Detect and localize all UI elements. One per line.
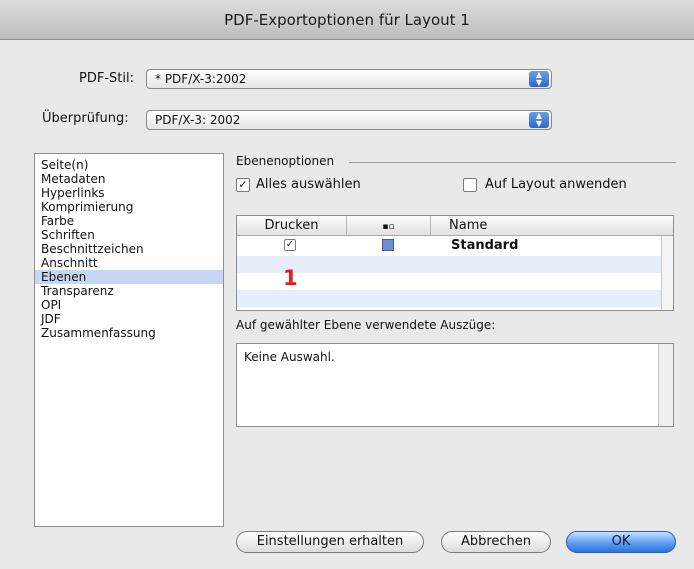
layer-color-swatch	[382, 239, 394, 251]
check-value: PDF/X-3: 2002	[155, 113, 241, 127]
sidebar-item-opi[interactable]: OPI	[35, 298, 223, 312]
apply-layout-checkbox[interactable]	[463, 178, 477, 192]
popup-arrows-icon: ▲ ▼	[529, 71, 549, 87]
group-divider	[349, 162, 676, 163]
sidebar-item-beschnittzeichen[interactable]: Beschnittzeichen	[35, 242, 223, 256]
sidebar-item-transparenz[interactable]: Transparenz	[35, 284, 223, 298]
sidebar-item-metadaten[interactable]: Metadaten	[35, 172, 223, 186]
sidebar-item-farbe[interactable]: Farbe	[35, 214, 223, 228]
textarea-scrollbar[interactable]	[658, 344, 673, 426]
sidebar-item-anschnitt[interactable]: Anschnitt	[35, 256, 223, 270]
layer-options-title: Ebenenoptionen	[236, 154, 335, 168]
layer-color-icon: ▪▫	[382, 222, 395, 232]
pdf-style-label: PDF-Stil:	[79, 71, 134, 86]
sidebar-item-jdf[interactable]: JDF	[35, 312, 223, 326]
table-row[interactable]	[237, 273, 673, 290]
table-row[interactable]	[237, 290, 673, 307]
column-color[interactable]: ▪▫	[347, 216, 431, 236]
extracts-text: Keine Auswahl.	[244, 350, 335, 364]
sidebar-item-schriften[interactable]: Schriften	[35, 228, 223, 242]
check-label: Überprüfung:	[42, 111, 129, 126]
keep-settings-button[interactable]: Einstellungen erhalten	[236, 531, 424, 553]
ok-button[interactable]: OK	[566, 531, 676, 553]
column-name[interactable]: Name	[431, 216, 673, 236]
select-all-checkbox[interactable]: ✓	[236, 178, 250, 192]
table-scrollbar[interactable]	[661, 236, 673, 310]
sidebar-item-hyperlinks[interactable]: Hyperlinks	[35, 186, 223, 200]
pdf-style-value: * PDF/X-3:2002	[155, 72, 247, 86]
sidebar-item-komprimierung[interactable]: Komprimierung	[35, 200, 223, 214]
print-checkbox[interactable]: ✓	[284, 239, 296, 251]
layer-name: Standard	[451, 238, 519, 253]
cancel-button[interactable]: Abbrechen	[441, 531, 551, 553]
table-header: Drucken ▪▫ Name	[237, 216, 673, 236]
annotation-number: 1	[283, 266, 298, 290]
category-list[interactable]: Seite(n) Metadaten Hyperlinks Komprimier…	[34, 153, 224, 527]
table-row[interactable]	[237, 256, 673, 273]
pdf-style-popup[interactable]: * PDF/X-3:2002 ▲ ▼	[146, 69, 552, 89]
popup-arrows-icon: ▲ ▼	[529, 112, 549, 128]
sidebar-item-seiten[interactable]: Seite(n)	[35, 158, 223, 172]
table-row[interactable]: ✓ Standard	[237, 237, 673, 254]
column-drucken[interactable]: Drucken	[237, 216, 347, 236]
select-all-label: Alles auswählen	[256, 177, 361, 192]
check-popup[interactable]: PDF/X-3: 2002 ▲ ▼	[146, 110, 552, 130]
sidebar-item-ebenen[interactable]: Ebenen	[35, 270, 223, 284]
apply-layout-label: Auf Layout anwenden	[485, 177, 627, 192]
extracts-label: Auf gewählter Ebene verwendete Auszüge:	[236, 318, 496, 332]
layers-table: Drucken ▪▫ Name ✓ Standard 1	[236, 215, 674, 311]
pdf-export-dialog: PDF-Exportoptionen für Layout 1 PDF-Stil…	[0, 0, 694, 569]
sidebar-item-zusammenfassung[interactable]: Zusammenfassung	[35, 326, 223, 340]
window-title: PDF-Exportoptionen für Layout 1	[0, 0, 694, 40]
extracts-textarea[interactable]: Keine Auswahl.	[236, 343, 674, 427]
